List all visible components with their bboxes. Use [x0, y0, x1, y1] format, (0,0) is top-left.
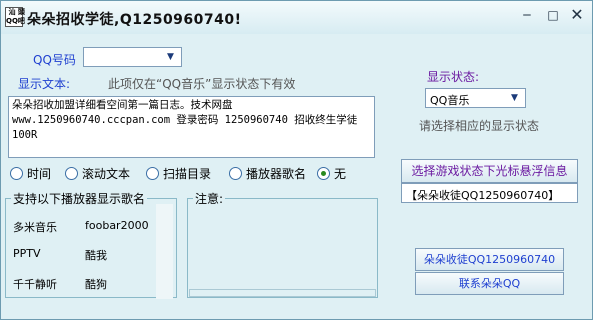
notes-scroll-track[interactable] [189, 289, 376, 297]
radio-circle[interactable] [65, 166, 78, 180]
player-name: 酷狗 [85, 278, 107, 291]
qq-number-dropdown[interactable]: ▼ [83, 47, 182, 67]
display-status-hint: 请选择相应的显示状态 [419, 119, 540, 133]
display-status-label: 显示状态: [427, 70, 480, 84]
icon-glyph: 汕 [8, 8, 16, 16]
radio-label: 无 [334, 166, 347, 181]
display-status-dropdown[interactable]: QQ音乐 ▼ [425, 88, 526, 108]
minimize-icon[interactable]: ‒ [513, 4, 541, 26]
radio-circle[interactable] [317, 166, 330, 180]
icon-glyph: 頭 [17, 8, 25, 16]
notes-group-title: 注意: [193, 190, 226, 207]
players-group-title: 支持以下播放器显示歌名 [11, 190, 148, 207]
player-name: 多米音乐 [13, 221, 57, 234]
icon-glyph: 吧 [17, 17, 25, 25]
radio-circle[interactable] [229, 166, 242, 180]
window-title: 朵朵招收学徒,Q1250960740! [27, 12, 242, 28]
icon-glyph: QQ [6, 17, 18, 25]
contact-button[interactable]: 联系朵朵QQ [415, 272, 564, 295]
apprentice-button[interactable]: 朵朵收徒QQ1250960740 [415, 248, 564, 271]
display-text-label: 显示文本: [18, 77, 71, 91]
qq-number-label: QQ号码 [33, 53, 76, 67]
radio-none[interactable]: 无 [317, 165, 346, 181]
player-name: 酷我 [85, 249, 107, 262]
players-scrollbar[interactable] [156, 204, 173, 299]
game-hover-button[interactable]: 选择游戏状态下光标悬浮信息 [401, 159, 578, 183]
title-bar[interactable]: 汕 頭 QQ 吧 朵朵招收学徒,Q1250960740! ‒ □ ✕ [1, 1, 592, 34]
player-name: 千千静听 [13, 278, 57, 291]
radio-label: 时间 [27, 166, 52, 181]
display-text-input[interactable]: 朵朵招收加盟详细看空间第一篇日志。技术网盘 www.1250960740.ccc… [8, 96, 375, 158]
chevron-down-icon[interactable]: ▼ [507, 91, 522, 105]
display-status-value: QQ音乐 [430, 94, 470, 107]
list-item: 千千静听 酷狗 [13, 276, 107, 292]
main-window: 汕 頭 QQ 吧 朵朵招收学徒,Q1250960740! ‒ □ ✕ QQ号码 … [0, 0, 593, 320]
close-icon[interactable]: ✕ [563, 4, 591, 26]
chevron-down-icon[interactable]: ▼ [163, 50, 178, 64]
radio-circle[interactable] [10, 166, 23, 180]
radio-label: 扫描目录 [163, 166, 212, 181]
contact-button-label: 联系朵朵QQ [458, 277, 521, 290]
list-item: 多米音乐 foobar2000 [13, 219, 149, 235]
radio-circle[interactable] [146, 166, 159, 180]
player-name: foobar2000 [85, 219, 149, 232]
notes-group [187, 198, 378, 298]
game-hover-button-label: 选择游戏状态下光标悬浮信息 [411, 164, 568, 178]
radio-scroll-text[interactable]: 滚动文本 [65, 165, 130, 181]
radio-scan-dir[interactable]: 扫描目录 [146, 165, 211, 181]
list-item: PPTV 酷我 [13, 247, 107, 263]
apprentice-button-label: 朵朵收徒QQ1250960740 [423, 253, 556, 266]
game-hover-input[interactable]: 【朵朵收徒QQ1250960740】 [401, 183, 578, 203]
player-name: PPTV [13, 247, 41, 260]
radio-label: 播放器歌名 [246, 166, 307, 181]
display-text-hint: 此项仅在“QQ音乐”显示状态下有效 [108, 77, 296, 91]
radio-label: 滚动文本 [82, 166, 131, 181]
radio-time[interactable]: 时间 [10, 165, 51, 181]
app-icon: 汕 頭 QQ 吧 [5, 7, 25, 27]
radio-player-song[interactable]: 播放器歌名 [229, 165, 306, 181]
